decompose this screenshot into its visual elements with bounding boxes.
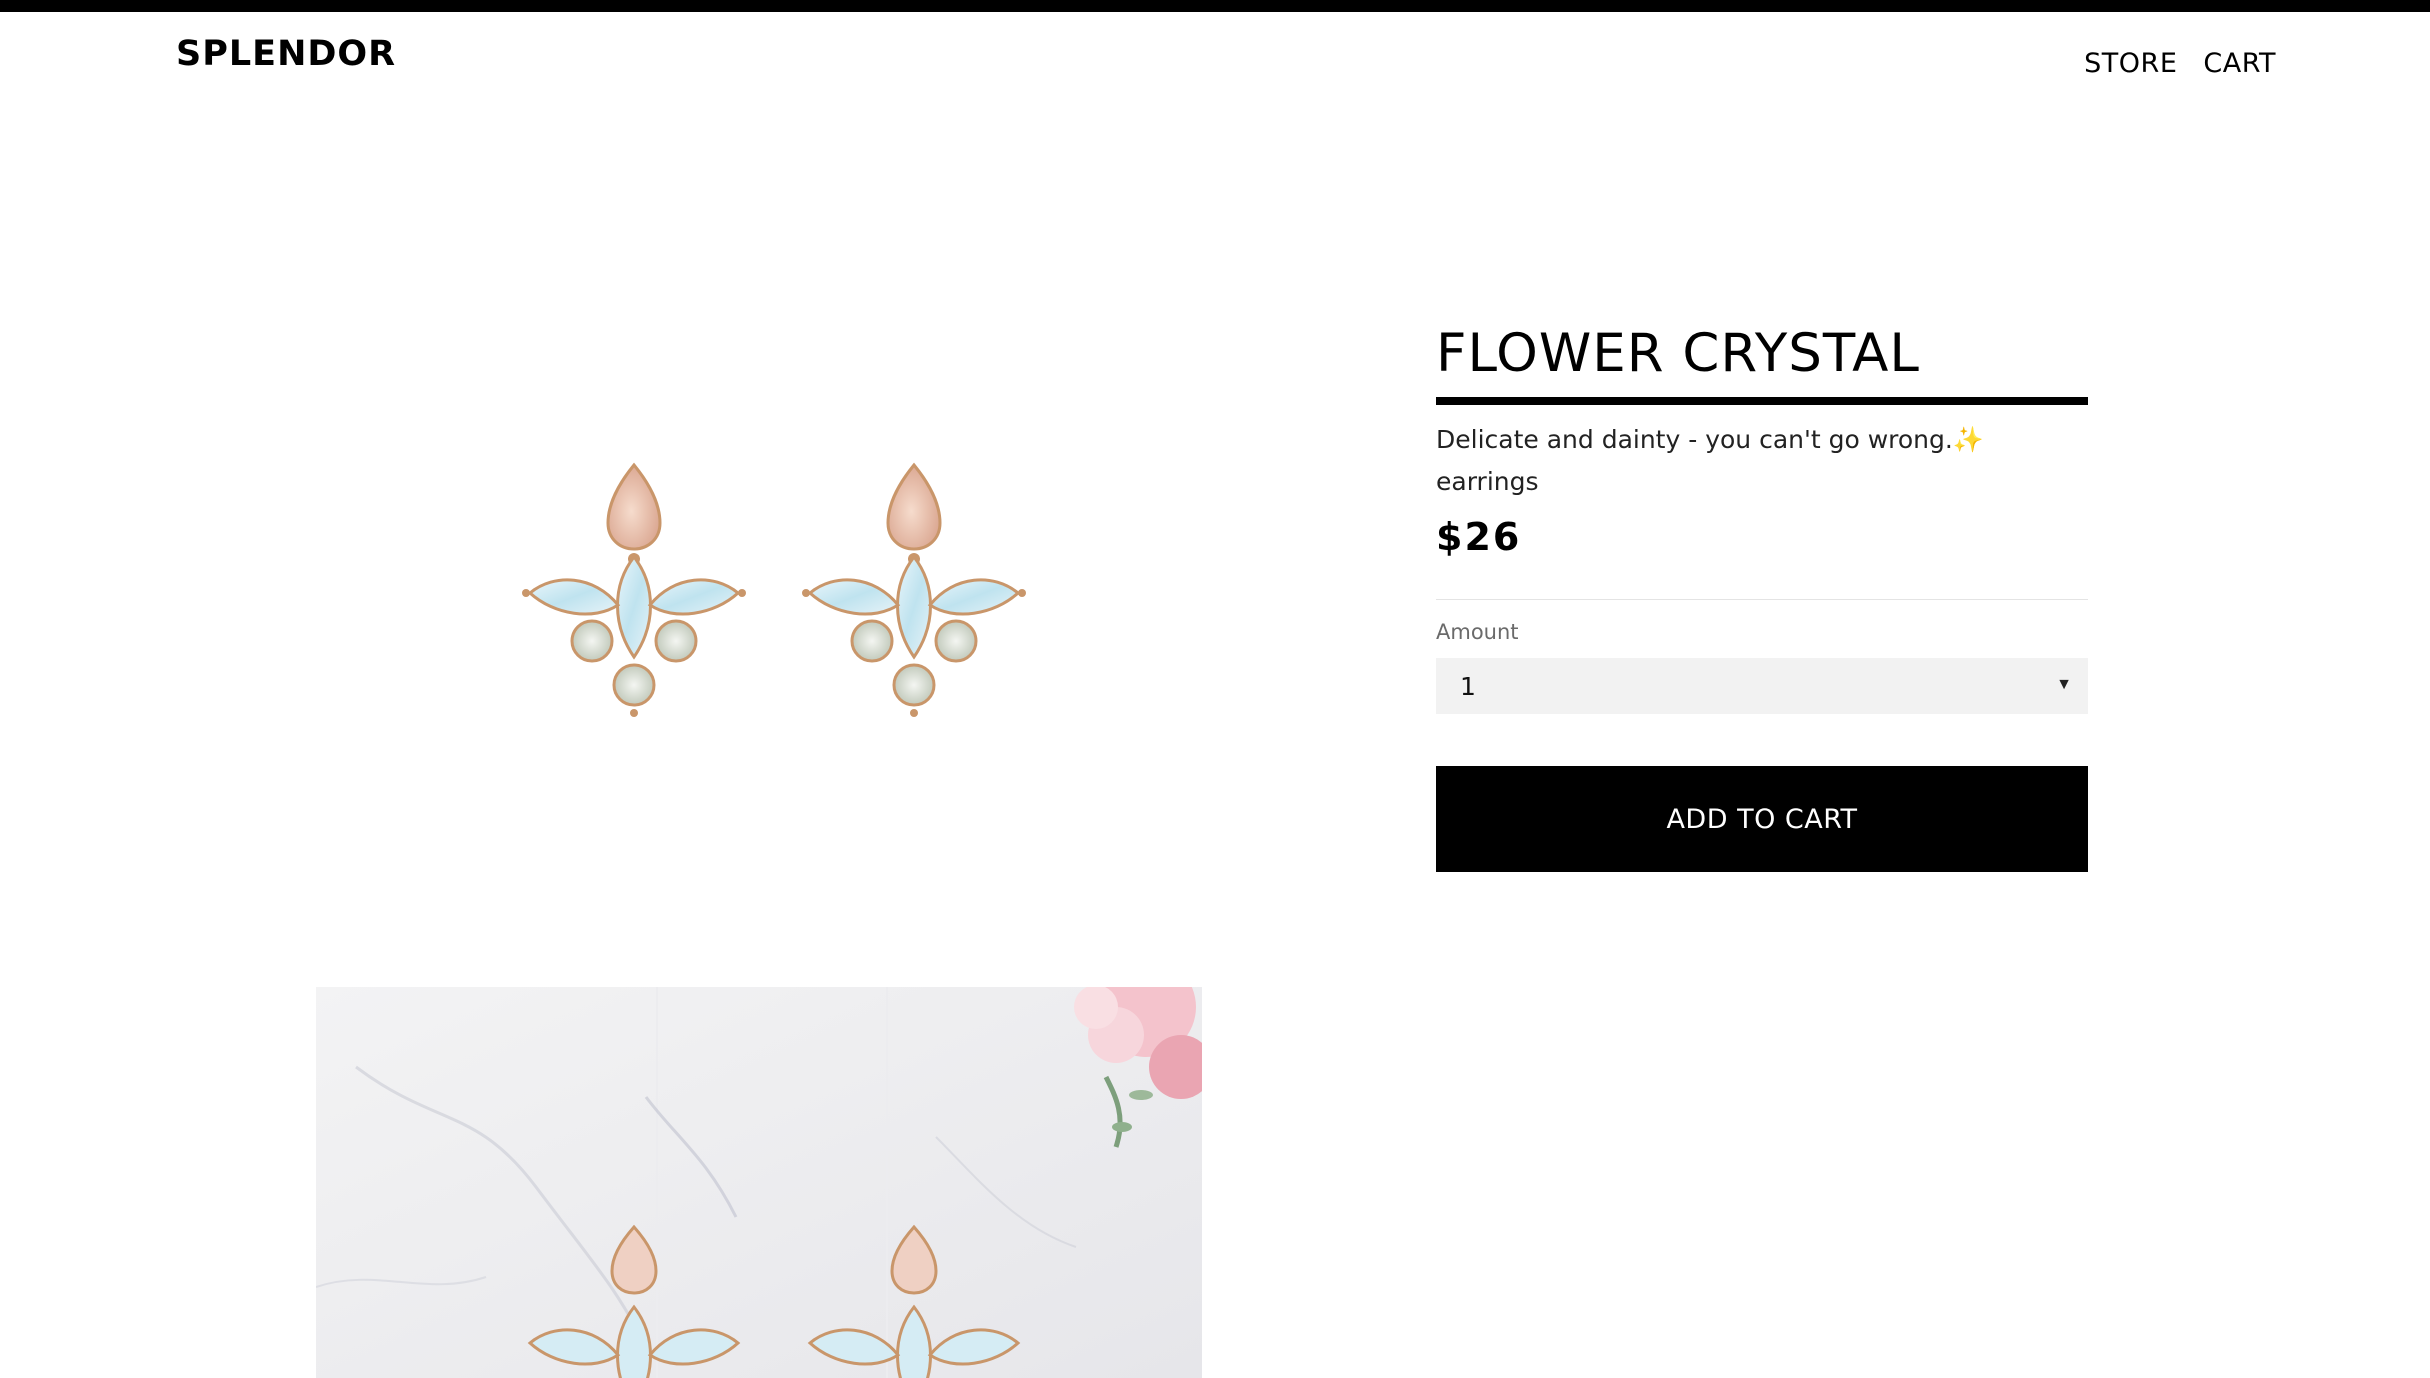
product-description-block: Delicate and dainty - you can't go wrong… (1436, 419, 2088, 503)
nav-store-link[interactable]: STORE (2084, 48, 2177, 79)
sparkle-icon: ✨ (1952, 425, 1984, 455)
caret-down-icon: ▼ (2056, 676, 2072, 694)
site-logo[interactable]: SPLENDOR (176, 34, 396, 74)
divider (1436, 599, 2088, 601)
top-bar (0, 0, 2430, 12)
product-image-main (316, 290, 1202, 900)
product-title: FLOWER CRYSTAL (1436, 324, 2088, 406)
product-details: FLOWER CRYSTAL Delicate and dainty - you… (1436, 324, 2088, 873)
main-nav: STORE CART (2084, 48, 2276, 79)
nav-cart-link[interactable]: CART (2203, 48, 2276, 79)
amount-label: Amount (1436, 620, 1519, 645)
site-header: SPLENDOR STORE CART (0, 12, 2430, 112)
product-price: $26 (1436, 515, 1522, 560)
amount-select[interactable]: 1 ▼ (1436, 658, 2088, 715)
amount-value: 1 (1460, 671, 1476, 701)
add-to-cart-button[interactable]: ADD TO CART (1436, 766, 2088, 873)
product-category: earrings (1436, 467, 1539, 497)
product-image-marble (316, 987, 1202, 1378)
product-description: Delicate and dainty - you can't go wrong… (1436, 425, 1953, 455)
